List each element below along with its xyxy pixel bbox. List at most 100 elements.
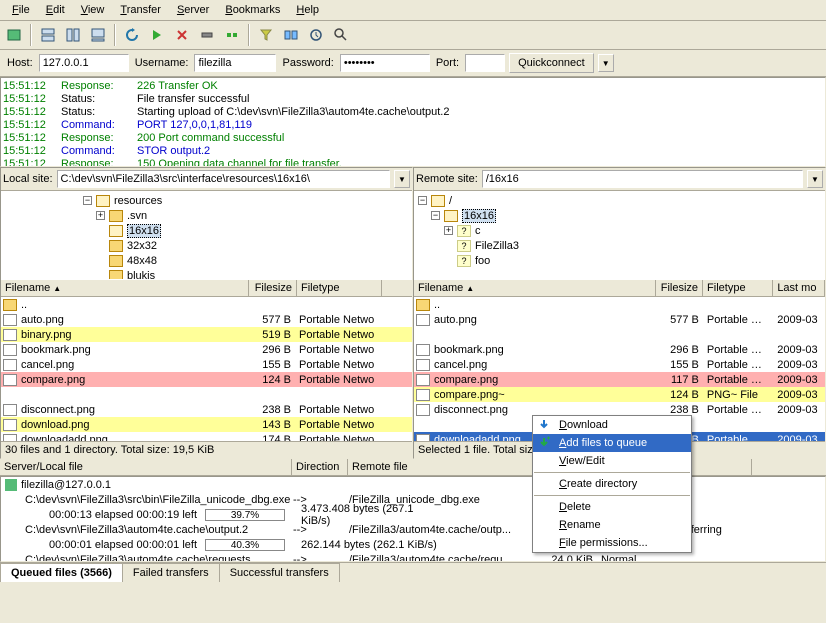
compare-button[interactable] (280, 24, 302, 46)
host-input[interactable] (39, 54, 129, 72)
menu-transfer[interactable]: Transfer (112, 2, 169, 18)
quickconnect-button[interactable]: Quickconnect (509, 53, 594, 73)
password-input[interactable] (340, 54, 430, 72)
file-icon (3, 329, 17, 341)
file-row[interactable]: compare.png124 BPortable Netwo (1, 372, 412, 387)
transfer-queue[interactable]: filezilla@127.0.0.1 C:\dev\svn\FileZilla3… (0, 476, 826, 562)
remote-path-input[interactable] (482, 170, 803, 188)
file-row[interactable]: compare.png~124 BPNG~ File2009-03 (414, 387, 825, 402)
menu-help[interactable]: Help (288, 2, 327, 18)
tree-item[interactable]: 16x16 (3, 223, 410, 238)
file-row[interactable]: .. (414, 297, 825, 312)
ctx-item[interactable]: Download (533, 416, 691, 434)
username-input[interactable] (194, 54, 276, 72)
local-path-input[interactable] (57, 170, 390, 188)
file-row[interactable] (414, 327, 825, 342)
host-label: Host: (5, 57, 35, 69)
process-queue-button[interactable] (146, 24, 168, 46)
refresh-button[interactable] (121, 24, 143, 46)
expander-icon[interactable]: + (96, 211, 105, 220)
queue-row[interactable]: C:\dev\svn\FileZilla3\autom4te.cache\out… (1, 522, 825, 537)
tree-item[interactable]: +.svn (3, 208, 410, 223)
toggle-log-button[interactable] (37, 24, 59, 46)
tree-item[interactable]: ?FileZilla3 (416, 238, 823, 253)
file-row[interactable]: bookmark.png296 BPortable Netwo (1, 342, 412, 357)
expander-icon[interactable]: − (431, 211, 440, 220)
toggle-tree-button[interactable] (62, 24, 84, 46)
ctx-item[interactable]: Create directory (533, 475, 691, 493)
menu-view[interactable]: View (73, 2, 113, 18)
queue-tabs: Queued files (3566)Failed transfersSucce… (0, 562, 826, 582)
search-button[interactable] (330, 24, 352, 46)
remote-path-dropdown[interactable]: ▼ (807, 170, 823, 188)
folder-icon (109, 270, 123, 280)
local-file-list[interactable]: ..auto.png577 BPortable Netwobinary.png5… (1, 297, 412, 441)
port-input[interactable] (465, 54, 505, 72)
folder-icon (109, 225, 123, 237)
file-row[interactable]: download.png143 BPortable Netwo (1, 417, 412, 432)
tree-item[interactable]: +?c (416, 223, 823, 238)
file-row[interactable]: binary.png519 BPortable Netwo (1, 327, 412, 342)
file-row[interactable]: auto.png577 BPortable Netwo (1, 312, 412, 327)
reconnect-button[interactable] (221, 24, 243, 46)
tree-item[interactable]: −/ (416, 193, 823, 208)
file-row[interactable]: downloadadd.png174 BPortable Netwo (1, 432, 412, 441)
ctx-item[interactable]: Add files to queue (533, 434, 691, 452)
file-row[interactable]: cancel.png155 BPortable Netwo (1, 357, 412, 372)
tree-item[interactable]: ?foo (416, 253, 823, 268)
filter-button[interactable] (255, 24, 277, 46)
tree-item[interactable]: −16x16 (416, 208, 823, 223)
ctx-item[interactable]: Rename (533, 516, 691, 534)
local-path-dropdown[interactable]: ▼ (394, 170, 410, 188)
quickconnect-dropdown[interactable]: ▼ (598, 54, 614, 72)
file-row[interactable]: auto.png577 BPortable Ne...2009-03 (414, 312, 825, 327)
file-row[interactable]: compare.png117 BPortable Ne...2009-03 (414, 372, 825, 387)
expander-icon[interactable]: + (444, 226, 453, 235)
remote-tree[interactable]: −/−16x16+?c?FileZilla3?foo (414, 191, 825, 279)
quickconnect-bar: Host: Username: Password: Port: Quickcon… (0, 50, 826, 77)
expander-icon[interactable]: − (418, 196, 427, 205)
queue-tab[interactable]: Queued files (3566) (0, 563, 123, 582)
file-icon (3, 419, 17, 431)
file-icon (416, 314, 430, 326)
queue-row[interactable]: C:\dev\svn\FileZilla3\autom4te.cache\req… (1, 552, 825, 562)
local-file-header[interactable]: Filename ▲FilesizeFiletype (1, 279, 412, 297)
cancel-button[interactable] (171, 24, 193, 46)
menu-bookmarks[interactable]: Bookmarks (217, 2, 288, 18)
file-row[interactable] (1, 387, 412, 402)
menu-server[interactable]: Server (169, 2, 217, 18)
file-icon (3, 434, 17, 442)
sitemanager-button[interactable] (3, 24, 25, 46)
toggle-queue-button[interactable] (87, 24, 109, 46)
menu-edit[interactable]: Edit (38, 2, 73, 18)
menu-file[interactable]: File (4, 2, 38, 18)
tree-item[interactable]: 32x32 (3, 238, 410, 253)
queue-server[interactable]: filezilla@127.0.0.1 (1, 477, 825, 492)
ctx-item[interactable]: Delete (533, 498, 691, 516)
local-tree[interactable]: −resources+.svn16x1632x3248x48blukis (1, 191, 412, 279)
tree-item[interactable]: −resources (3, 193, 410, 208)
log-line: 15:51:12Command:STOR output.2 (3, 145, 823, 158)
queue-row[interactable]: 00:00:01 elapsed 00:00:01 left40.3%262.1… (1, 537, 825, 552)
ctx-item[interactable]: File permissions... (533, 534, 691, 552)
remote-file-header[interactable]: Filename ▲FilesizeFiletypeLast mo (414, 279, 825, 297)
sync-browse-button[interactable] (305, 24, 327, 46)
file-row[interactable]: .. (1, 297, 412, 312)
tree-item[interactable]: blukis (3, 268, 410, 279)
expander-icon[interactable]: − (83, 196, 92, 205)
ctx-item[interactable]: View/Edit (533, 452, 691, 470)
local-status: 30 files and 1 directory. Total size: 19… (1, 441, 412, 458)
file-row[interactable]: cancel.png155 BPortable Ne...2009-03 (414, 357, 825, 372)
message-log[interactable]: 15:51:12Response:226 Transfer OK15:51:12… (0, 77, 826, 167)
folder-icon (444, 210, 458, 222)
local-pane: Local site: ▼ −resources+.svn16x1632x324… (0, 167, 413, 459)
menubar: FileEditViewTransferServerBookmarksHelp (0, 0, 826, 21)
disconnect-button[interactable] (196, 24, 218, 46)
tree-item[interactable]: 48x48 (3, 253, 410, 268)
queue-header[interactable]: Server/Local fileDirectionRemote file (0, 459, 826, 476)
queue-tab[interactable]: Successful transfers (219, 563, 340, 582)
file-row[interactable]: bookmark.png296 BPortable Ne...2009-03 (414, 342, 825, 357)
file-row[interactable]: disconnect.png238 BPortable Netwo (1, 402, 412, 417)
queue-tab[interactable]: Failed transfers (122, 563, 220, 582)
queue-row[interactable]: 00:00:13 elapsed 00:00:19 left39.7%3.473… (1, 507, 825, 522)
